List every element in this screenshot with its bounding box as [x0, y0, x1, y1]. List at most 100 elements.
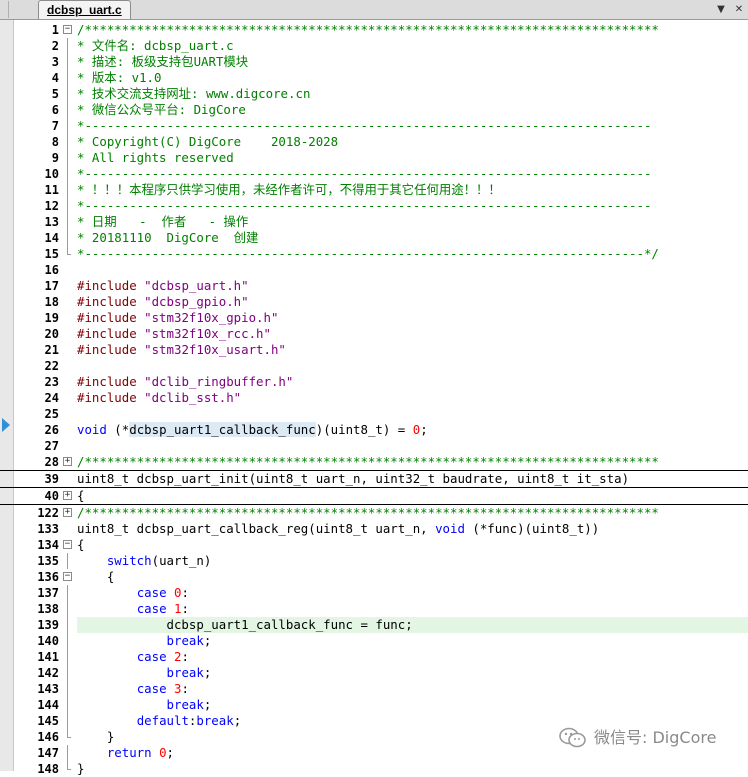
fold-expand-icon[interactable]: +	[63, 457, 72, 466]
code-line[interactable]: 136− {	[0, 569, 748, 585]
code-text[interactable]: * 20181110 DigCore 创建	[77, 230, 748, 246]
code-text[interactable]: }	[77, 761, 748, 777]
code-line[interactable]: 10 *-------------------------------------…	[0, 166, 748, 182]
code-line[interactable]: 4 * 版本: v1.0	[0, 70, 748, 86]
code-text[interactable]: *---------------------------------------…	[77, 166, 748, 182]
code-line[interactable]: 138 case 1:	[0, 601, 748, 617]
code-text[interactable]: #include "dcbsp_uart.h"	[77, 278, 748, 294]
code-text[interactable]: *---------------------------------------…	[77, 118, 748, 134]
code-text[interactable]	[77, 406, 748, 422]
code-text[interactable]: case 3:	[77, 681, 748, 697]
code-line[interactable]: 133 uint8_t dcbsp_uart_callback_reg(uint8…	[0, 521, 748, 537]
code-text[interactable]	[77, 358, 748, 374]
fold-collapse-icon[interactable]: −	[63, 25, 72, 34]
code-line[interactable]: 144 break;	[0, 697, 748, 713]
chevron-down-icon[interactable]: ▼	[714, 0, 728, 19]
code-line[interactable]: 14 * 20181110 DigCore 创建	[0, 230, 748, 246]
code-text[interactable]: break;	[77, 697, 748, 713]
code-line[interactable]: 22	[0, 358, 748, 374]
code-line[interactable]: 28 + /************************************…	[0, 454, 748, 471]
code-text[interactable]: case 0:	[77, 585, 748, 601]
code-text[interactable]: case 2:	[77, 649, 748, 665]
code-text[interactable]: #include "stm32f10x_rcc.h"	[77, 326, 748, 342]
code-text[interactable]: /***************************************…	[77, 22, 748, 38]
code-line[interactable]: 27	[0, 438, 748, 454]
code-line[interactable]: 17 #include "dcbsp_uart.h"	[0, 278, 748, 294]
code-line[interactable]: 15 *-------------------------------------…	[0, 246, 748, 262]
code-line[interactable]: 5 * 技术交流支持网址: www.digcore.cn	[0, 86, 748, 102]
code-line[interactable]: 139 dcbsp_uart1_callback_func = func;	[0, 617, 748, 633]
code-text[interactable]: uint8_t dcbsp_uart_callback_reg(uint8_t …	[77, 521, 748, 537]
code-text[interactable]: * 版本: v1.0	[77, 70, 748, 86]
close-icon[interactable]: ✕	[732, 0, 746, 19]
code-line[interactable]: 24 #include "dclib_sst.h"	[0, 390, 748, 406]
code-line[interactable]: 11 * ！！！本程序只供学习使用，未经作者许可，不得用于其它任何用途！！！	[0, 182, 748, 198]
fold-expand-icon[interactable]: +	[63, 491, 72, 500]
code-text[interactable]: #include "stm32f10x_gpio.h"	[77, 310, 748, 326]
code-line[interactable]: 1−/*************************************…	[0, 22, 748, 38]
code-text[interactable]: * All rights reserved	[77, 150, 748, 166]
code-text[interactable]: * ！！！本程序只供学习使用，未经作者许可，不得用于其它任何用途！！！	[77, 182, 748, 198]
code-text[interactable]: switch(uart_n)	[77, 553, 748, 569]
code-editor[interactable]: 1−/*************************************…	[0, 22, 748, 777]
code-line[interactable]: 143 case 3:	[0, 681, 748, 697]
code-line[interactable]: 9 * All rights reserved	[0, 150, 748, 166]
fold-collapse-icon[interactable]: −	[63, 572, 72, 581]
code-line[interactable]: 21 #include "stm32f10x_usart.h"	[0, 342, 748, 358]
code-line[interactable]: 137 case 0:	[0, 585, 748, 601]
code-text[interactable]: #include "stm32f10x_usart.h"	[77, 342, 748, 358]
code-text[interactable]: {	[77, 537, 748, 553]
code-text[interactable]: {	[77, 488, 748, 504]
code-line[interactable]: 2 * 文件名: dcbsp_uart.c	[0, 38, 748, 54]
code-line[interactable]: 142 break;	[0, 665, 748, 681]
code-line[interactable]: 141 case 2:	[0, 649, 748, 665]
code-text[interactable]: uint8_t dcbsp_uart_init(uint8_t uart_n, …	[77, 471, 748, 487]
code-text[interactable]: * 日期 - 作者 - 操作	[77, 214, 748, 230]
code-line[interactable]: 12 *-------------------------------------…	[0, 198, 748, 214]
code-line[interactable]: 6 * 微信公众号平台: DigCore	[0, 102, 748, 118]
code-line[interactable]: 122 + /***********************************…	[0, 505, 748, 521]
code-text[interactable]: * 微信公众号平台: DigCore	[77, 102, 748, 118]
code-line[interactable]: 8 * Copyright(C) DigCore 2018-2028	[0, 134, 748, 150]
code-text[interactable]: * Copyright(C) DigCore 2018-2028	[77, 134, 748, 150]
code-text[interactable]	[77, 262, 748, 278]
code-line[interactable]: 148}	[0, 761, 748, 777]
code-line[interactable]: 40 + {	[0, 488, 748, 505]
code-line[interactable]: 140 break;	[0, 633, 748, 649]
code-line[interactable]: 39 uint8_t dcbsp_uart_init(uint8_t uart_n…	[0, 471, 748, 488]
code-text[interactable]: #include "dcbsp_gpio.h"	[77, 294, 748, 310]
code-text[interactable]: {	[77, 569, 748, 585]
code-line[interactable]: 135 switch(uart_n)	[0, 553, 748, 569]
code-text[interactable]: /***************************************…	[77, 454, 748, 470]
code-line[interactable]: 3 * 描述: 板级支持包UART模块	[0, 54, 748, 70]
code-line[interactable]: 19 #include "stm32f10x_gpio.h"	[0, 310, 748, 326]
code-text[interactable]: *---------------------------------------…	[77, 198, 748, 214]
code-line[interactable]: 16	[0, 262, 748, 278]
code-text[interactable]: *---------------------------------------…	[77, 246, 748, 262]
code-text[interactable]: * 描述: 板级支持包UART模块	[77, 54, 748, 70]
code-text[interactable]: break;	[77, 665, 748, 681]
code-text[interactable]: void (*dcbsp_uart1_callback_func)(uint8_…	[77, 422, 748, 438]
code-text[interactable]: dcbsp_uart1_callback_func = func;	[77, 617, 748, 633]
code-line[interactable]: 13 * 日期 - 作者 - 操作	[0, 214, 748, 230]
code-text[interactable]: #include "dclib_ringbuffer.h"	[77, 374, 748, 390]
code-text[interactable]: case 1:	[77, 601, 748, 617]
code-line[interactable]: 20 #include "stm32f10x_rcc.h"	[0, 326, 748, 342]
code-text[interactable]: * 技术交流支持网址: www.digcore.cn	[77, 86, 748, 102]
code-text[interactable]: break;	[77, 633, 748, 649]
code-line[interactable]: 23 #include "dclib_ringbuffer.h"	[0, 374, 748, 390]
code-text[interactable]	[77, 438, 748, 454]
line-number: 21	[44, 343, 59, 357]
code-text[interactable]: #include "dclib_sst.h"	[77, 390, 748, 406]
code-line[interactable]: 25	[0, 406, 748, 422]
code-line[interactable]: 18 #include "dcbsp_gpio.h"	[0, 294, 748, 310]
code-line[interactable]: 26 void (*dcbsp_uart1_callback_func)(uint…	[0, 422, 748, 438]
tab-dcbsp-uart[interactable]: dcbsp_uart.c	[38, 0, 131, 19]
fold-collapse-icon[interactable]: −	[63, 540, 72, 549]
code-text[interactable]: * 文件名: dcbsp_uart.c	[77, 38, 748, 54]
code-text[interactable]: /***************************************…	[77, 505, 748, 521]
fold-expand-icon[interactable]: +	[63, 508, 72, 517]
code-line[interactable]: 7 *--------------------------------------…	[0, 118, 748, 134]
code-line[interactable]: 134−{	[0, 537, 748, 553]
